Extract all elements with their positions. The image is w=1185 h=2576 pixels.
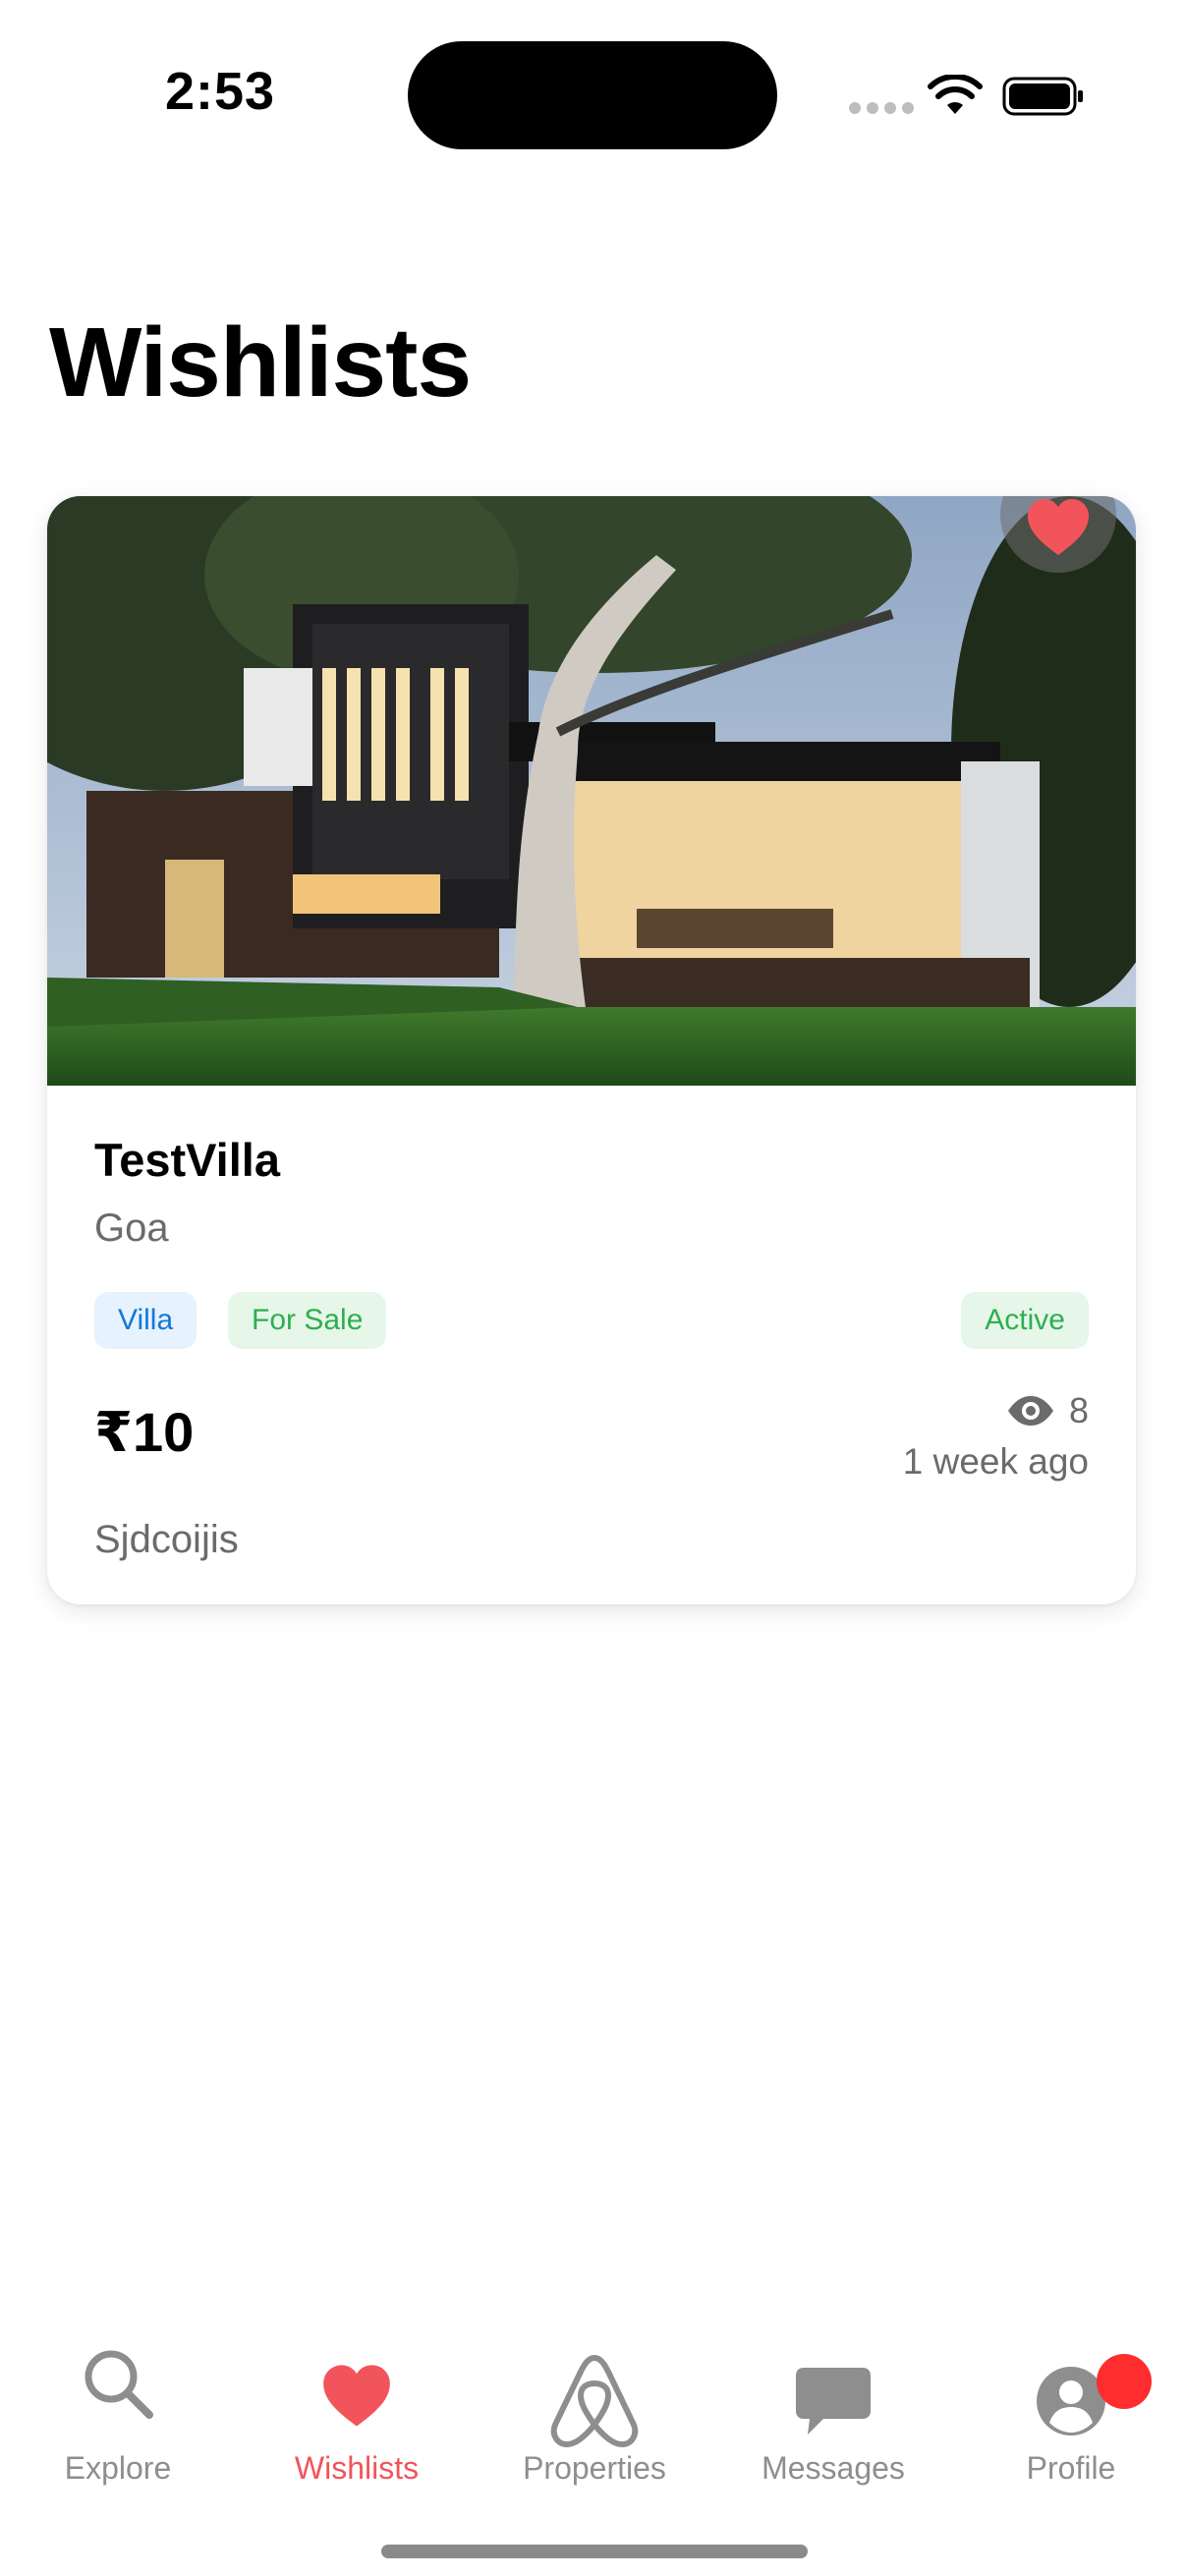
listing-purpose-tag: For Sale — [228, 1292, 387, 1349]
search-icon — [85, 2350, 153, 2419]
status-bar: 2:53 — [0, 0, 1185, 196]
wishlist-listing-card[interactable]: TestVilla Goa Villa For Sale Active ₹10 … — [47, 496, 1136, 1604]
tab-label-wishlists: Wishlists — [294, 2450, 420, 2486]
view-count: 8 — [1006, 1390, 1089, 1431]
posted-time: 1 week ago — [902, 1441, 1089, 1482]
dynamic-island — [408, 41, 777, 149]
listing-title: TestVilla — [94, 1134, 280, 1186]
property-type-tag: Villa — [94, 1292, 198, 1349]
profile-notification-badge — [1097, 2354, 1152, 2409]
bottom-tab-bar: Explore Wishlists Properties Messages Pr… — [0, 2319, 1185, 2495]
tab-label-messages: Messages — [762, 2450, 905, 2486]
eye-icon — [1007, 1396, 1053, 1426]
status-time: 2:53 — [165, 62, 276, 121]
heart-icon — [1028, 499, 1089, 555]
listing-description: Sjdcoijis — [94, 1518, 239, 1561]
wifi-icon — [928, 75, 983, 114]
person-icon — [1037, 2367, 1105, 2436]
tab-label-profile: Profile — [1026, 2450, 1116, 2486]
cellular-signal-icon — [849, 102, 914, 114]
tab-label-explore: Explore — [64, 2450, 172, 2486]
heart-icon — [323, 2365, 390, 2427]
status-badge: Active — [961, 1292, 1089, 1349]
chat-bubble-icon — [796, 2368, 871, 2435]
battery-icon — [1002, 77, 1083, 116]
airbnb-logo-icon — [550, 2355, 639, 2447]
listing-price: ₹10 — [94, 1401, 195, 1463]
view-count-value: 8 — [1068, 1390, 1089, 1430]
listing-location: Goa — [94, 1206, 169, 1250]
listing-photo — [47, 496, 1136, 1086]
page-title: Wishlists — [49, 308, 472, 418]
home-indicator[interactable] — [381, 2545, 808, 2558]
tab-label-properties: Properties — [523, 2450, 666, 2486]
